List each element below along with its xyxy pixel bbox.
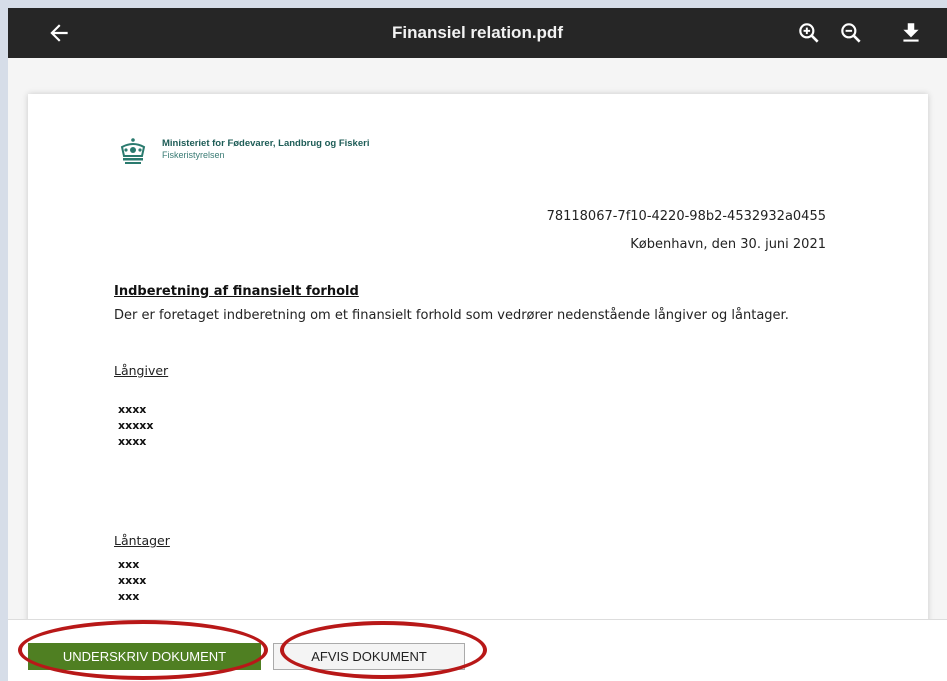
lender-label: Långiver [114,363,169,378]
action-bar: UNDERSKRIV DOKUMENT AFVIS DOKUMENT [8,619,947,681]
document-heading: Indberetning af finansielt forhold [114,284,359,299]
borrower-line: xxx [118,558,140,571]
lender-line: xxxx [118,435,147,448]
zoom-in-icon[interactable] [796,20,822,46]
lender-line: xxxx [118,403,147,416]
document-date: København, den 30. juni 2021 [630,237,826,252]
organization-name: Ministeriet for Fødevarer, Landbrug og F… [162,138,370,149]
sign-document-button[interactable]: UNDERSKRIV DOKUMENT [28,643,261,670]
pdf-viewer: Finansiel relation.pdf Ministeriet for F… [8,8,947,681]
organization-subunit: Fiskeristyrelsen [162,150,225,160]
pdf-page: Ministeriet for Fødevarer, Landbrug og F… [28,94,928,634]
download-icon[interactable] [898,20,924,46]
crown-logo [120,138,146,164]
zoom-out-icon[interactable] [838,20,864,46]
document-intro: Der er foretaget indberetning om et fina… [114,308,789,323]
borrower-line: xxx [118,590,140,603]
document-id: 78118067-7f10-4220-98b2-4532932a0455 [546,209,826,224]
borrower-label: Låntager [114,533,170,548]
borrower-line: xxxx [118,574,147,587]
reject-document-button[interactable]: AFVIS DOKUMENT [273,643,465,670]
lender-line: xxxxx [118,419,154,432]
viewer-toolbar: Finansiel relation.pdf [8,8,947,58]
